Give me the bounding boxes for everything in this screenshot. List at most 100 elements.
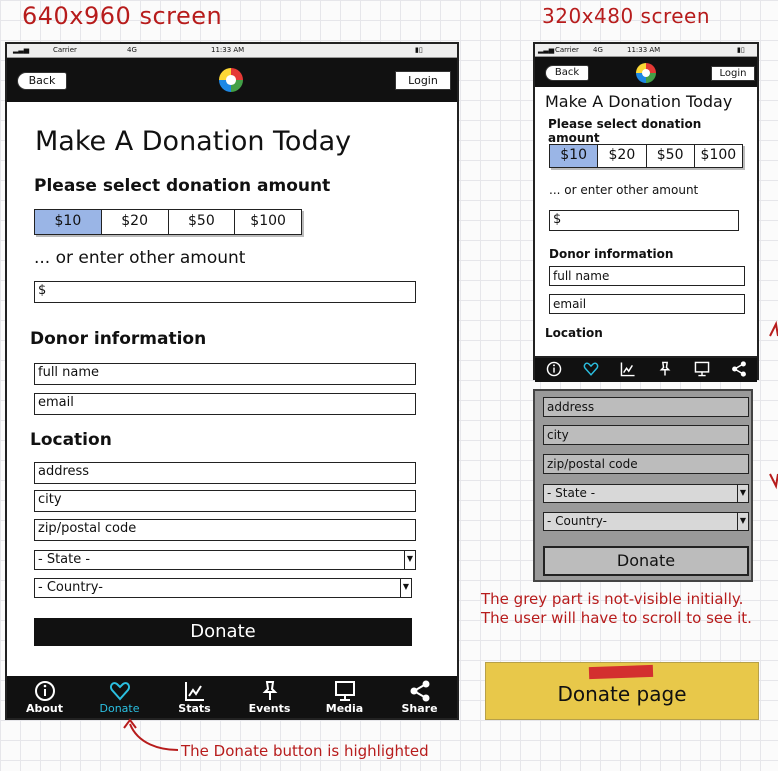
- chart-icon: [184, 682, 204, 701]
- small-phone-frame: ▂▃▅ Carrier 4G 11:33 AM ▮▯ Back Login Ma…: [533, 42, 759, 382]
- status-bar: ▂▃▅ Carrier 4G 11:33 AM ▮▯: [535, 44, 757, 57]
- state-select-value: - State -: [38, 552, 91, 567]
- info-icon: [546, 361, 561, 377]
- amount-option-20[interactable]: $20: [598, 145, 647, 167]
- logo-icon: [636, 63, 656, 83]
- dropdown-arrow-icon: ▼: [400, 579, 411, 597]
- time-label: 11:33 AM: [627, 46, 661, 54]
- pin-icon: [262, 681, 277, 700]
- hidden-scroll-area: address city zip/postal code - State - ▼…: [533, 389, 753, 582]
- tab-donate[interactable]: [572, 358, 609, 382]
- other-amount-input[interactable]: $: [34, 281, 416, 303]
- pin-icon: [659, 361, 670, 376]
- tab-stats[interactable]: Stats: [157, 676, 232, 718]
- login-button[interactable]: Login: [711, 66, 755, 81]
- login-button[interactable]: Login: [395, 71, 451, 90]
- amount-option-50[interactable]: $50: [647, 145, 695, 167]
- amount-option-100[interactable]: $100: [695, 145, 742, 167]
- annotation-arrow-icon: [123, 718, 179, 751]
- network-label: 4G: [593, 46, 603, 54]
- dropdown-arrow-icon: ▼: [737, 485, 748, 502]
- city-input[interactable]: city: [34, 490, 416, 512]
- donate-button[interactable]: Donate: [543, 546, 749, 576]
- signal-icon: ▂▃▅: [538, 46, 555, 54]
- state-select[interactable]: - State - ▼: [543, 484, 749, 503]
- tab-label: Donate: [99, 702, 140, 715]
- location-section-heading: Location: [545, 326, 603, 340]
- battery-icon: ▮▯: [415, 46, 423, 54]
- address-input[interactable]: address: [34, 462, 416, 484]
- side-arrow-up-icon: [769, 320, 778, 337]
- tab-label: Share: [401, 702, 438, 715]
- page-title: Make A Donation Today: [545, 92, 733, 111]
- heading-large-screen: 640x960 screen: [22, 2, 223, 30]
- city-input[interactable]: city: [543, 425, 749, 445]
- tab-stats[interactable]: [609, 358, 646, 382]
- state-select[interactable]: - State - ▼: [34, 550, 416, 570]
- tab-share[interactable]: [720, 358, 757, 382]
- tab-share[interactable]: Share: [382, 676, 457, 718]
- sticky-note[interactable]: Donate page: [485, 662, 759, 720]
- tape-icon: [588, 664, 654, 680]
- back-button[interactable]: Back: [545, 65, 589, 81]
- email-input[interactable]: email: [549, 294, 745, 314]
- tab-media[interactable]: [683, 358, 720, 382]
- country-select[interactable]: - Country- ▼: [34, 578, 412, 598]
- state-select-value: - State -: [547, 486, 596, 500]
- select-amount-label: Please select donation amount: [34, 176, 331, 196]
- amount-segmented-control: $10 $20 $50 $100: [549, 144, 743, 168]
- page-title: Make A Donation Today: [35, 126, 352, 157]
- country-select-value: - Country-: [38, 580, 103, 595]
- amount-option-10[interactable]: $10: [550, 145, 599, 167]
- heart-icon: [109, 682, 130, 701]
- amount-option-20[interactable]: $20: [102, 210, 169, 234]
- heart-icon: [583, 362, 598, 376]
- chart-icon: [620, 362, 635, 377]
- side-arrow-down-icon: [769, 473, 778, 490]
- country-select-value: - Country-: [547, 514, 607, 528]
- dropdown-arrow-icon: ▼: [737, 513, 748, 530]
- monitor-icon: [334, 681, 355, 701]
- country-select[interactable]: - Country- ▼: [543, 512, 749, 531]
- tab-bar: [535, 356, 757, 382]
- logo-icon: [219, 68, 243, 92]
- amount-option-50[interactable]: $50: [169, 210, 236, 234]
- tab-media[interactable]: Media: [307, 676, 382, 718]
- tab-label: About: [25, 702, 64, 715]
- sticky-note-label: Donate page: [557, 682, 687, 706]
- tab-donate[interactable]: Donate: [82, 676, 157, 718]
- back-button[interactable]: Back: [17, 72, 67, 90]
- fullname-input[interactable]: full name: [34, 363, 416, 385]
- network-label: 4G: [127, 46, 137, 54]
- email-input[interactable]: email: [34, 393, 416, 415]
- nav-bar: Back Login: [535, 57, 757, 87]
- heading-small-screen: 320x480 screen: [542, 4, 711, 28]
- tab-events[interactable]: [646, 358, 683, 382]
- donor-section-heading: Donor information: [30, 329, 207, 349]
- scroll-note: The user will have to scroll to see it.: [481, 609, 752, 627]
- tab-about[interactable]: [535, 358, 572, 382]
- tab-label: Events: [248, 702, 291, 715]
- tab-about[interactable]: About: [7, 676, 82, 718]
- amount-option-10[interactable]: $10: [35, 210, 102, 234]
- tab-events[interactable]: Events: [232, 676, 307, 718]
- other-amount-input[interactable]: $: [549, 210, 739, 231]
- fullname-input[interactable]: full name: [549, 266, 745, 286]
- donate-button[interactable]: Donate: [34, 618, 412, 646]
- time-label: 11:33 AM: [211, 46, 245, 54]
- dropdown-arrow-icon: ▼: [404, 551, 415, 569]
- tab-label: Media: [325, 702, 364, 715]
- tab-label: Stats: [178, 702, 211, 715]
- grey-part-note: The grey part is not-visible initially.: [481, 590, 744, 608]
- large-phone-frame: ▂▃▅ Carrier 4G 11:33 AM ▮▯ Back Login Ma…: [5, 42, 459, 720]
- address-input[interactable]: address: [543, 397, 749, 417]
- zip-input[interactable]: zip/postal code: [34, 519, 416, 541]
- status-bar: ▂▃▅ Carrier 4G 11:33 AM ▮▯: [7, 44, 457, 58]
- amount-option-100[interactable]: $100: [235, 210, 301, 234]
- zip-input[interactable]: zip/postal code: [543, 454, 749, 474]
- monitor-icon: [694, 361, 709, 377]
- other-amount-label: ... or enter other amount: [34, 248, 246, 268]
- other-amount-label: ... or enter other amount: [549, 183, 699, 197]
- info-icon: [34, 681, 55, 701]
- carrier-label: Carrier: [555, 46, 579, 54]
